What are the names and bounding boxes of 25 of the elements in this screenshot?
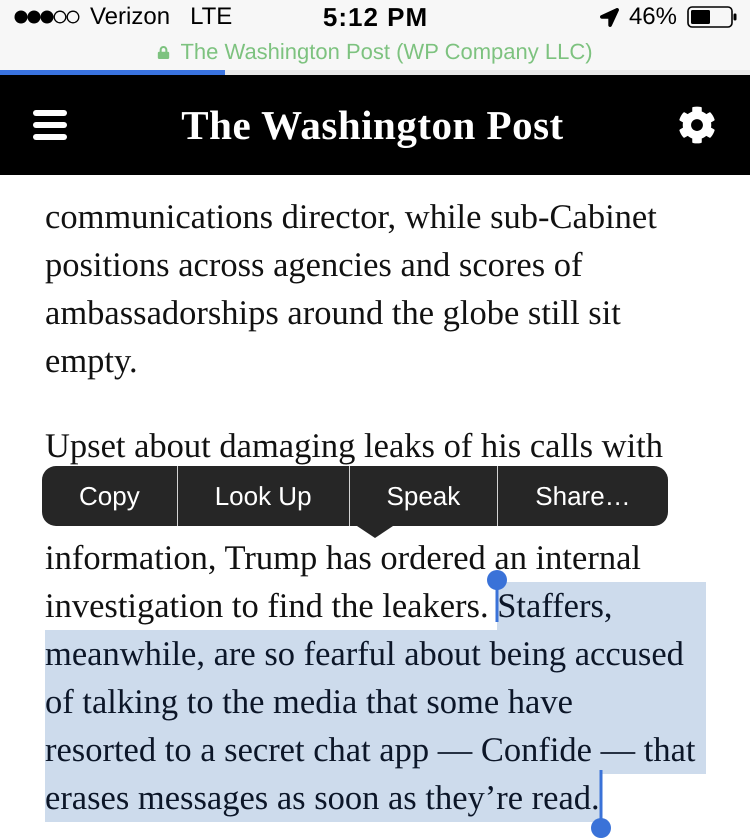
article-text: of talking to the media that some have (45, 678, 706, 726)
article-text: investigation to find the leakers. (45, 586, 490, 626)
status-time: 5:12 PM (322, 2, 428, 32)
network-type: LTE (190, 3, 232, 31)
article-text: ambassadorships around the globe still sit (45, 293, 621, 333)
article-text: resorted to a secret chat app — Confide — that (45, 726, 706, 774)
battery-icon (687, 6, 737, 28)
article-text: Staffers, (497, 582, 706, 630)
settings-icon[interactable] (678, 106, 716, 144)
menu-item[interactable]: Share… (497, 466, 668, 526)
article-text: empty. (45, 341, 138, 381)
article-text: meanwhile, are so fearful about being accused (45, 630, 706, 678)
article-text: erases messages as soon as they’re read. (45, 774, 600, 822)
lock-icon (157, 46, 170, 58)
location-arrow-icon (600, 8, 619, 26)
article-text: Upset about damaging leaks of his calls with (45, 426, 664, 466)
carrier-name: Verizon (90, 3, 170, 31)
battery-percentage: 46% (628, 3, 677, 31)
signal-strength-icon (14, 10, 80, 24)
article-text: information, Trump has ordered an internal (45, 538, 641, 578)
menu-item[interactable]: Look Up (176, 466, 349, 526)
menu-icon[interactable] (33, 110, 67, 140)
menu-item[interactable]: Copy (42, 466, 177, 526)
article-text: communications director, while sub-Cabinet (45, 197, 657, 237)
article-text: positions across agencies and scores of (45, 245, 582, 285)
